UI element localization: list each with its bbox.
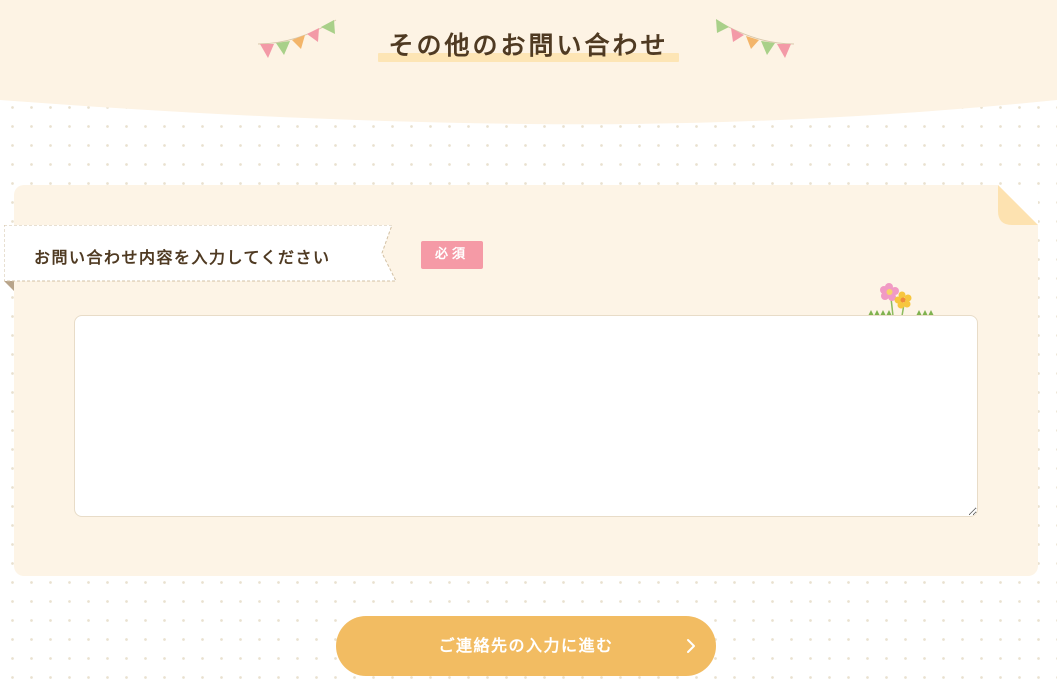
next-step-button[interactable]: ご連絡先の入力に進む: [336, 616, 716, 676]
required-badge: 必須: [421, 241, 483, 269]
inquiry-textarea[interactable]: [74, 315, 978, 517]
flowers-icon: [868, 283, 934, 317]
page-title: その他のお問い合わせ: [378, 26, 679, 62]
page-curl-icon: [998, 185, 1038, 225]
header-band: [0, 0, 1057, 130]
field-label: お問い合わせ内容を入力してください: [34, 248, 331, 267]
next-step-button-label: ご連絡先の入力に進む: [438, 636, 614, 655]
field-label-ribbon: お問い合わせ内容を入力してください: [4, 225, 400, 291]
chevron-right-icon: [687, 639, 695, 653]
page-title-wrap: その他のお問い合わせ: [0, 26, 1057, 62]
